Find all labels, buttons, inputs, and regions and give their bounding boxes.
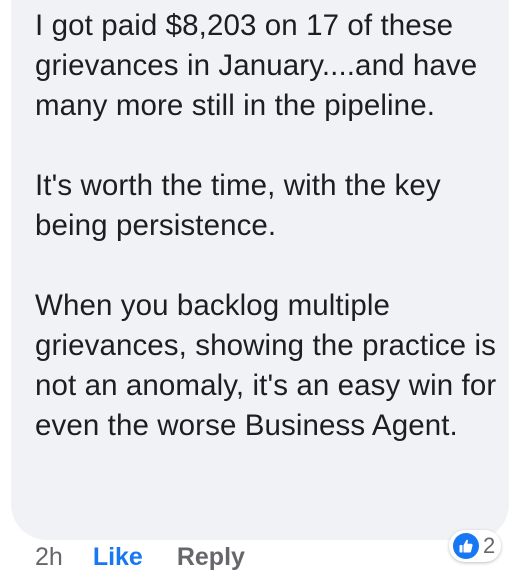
comment-paragraph: When you backlog multiple grievances, sh… xyxy=(35,289,497,442)
comment-body: I got paid $8,203 on 17 of these grievan… xyxy=(35,6,505,446)
reply-button[interactable]: Reply xyxy=(177,543,245,572)
thumbs-up-icon xyxy=(453,533,479,559)
like-button[interactable]: Like xyxy=(93,543,143,572)
reaction-summary[interactable]: 2 xyxy=(449,530,502,562)
comment-paragraph: It's worth the time, with the key being … xyxy=(35,169,441,242)
comment-actions: 2h Like Reply xyxy=(35,541,245,573)
reaction-count: 2 xyxy=(483,533,496,558)
timestamp[interactable]: 2h xyxy=(35,543,63,572)
comment-paragraph: I got paid $8,203 on 17 of these grievan… xyxy=(35,9,478,122)
